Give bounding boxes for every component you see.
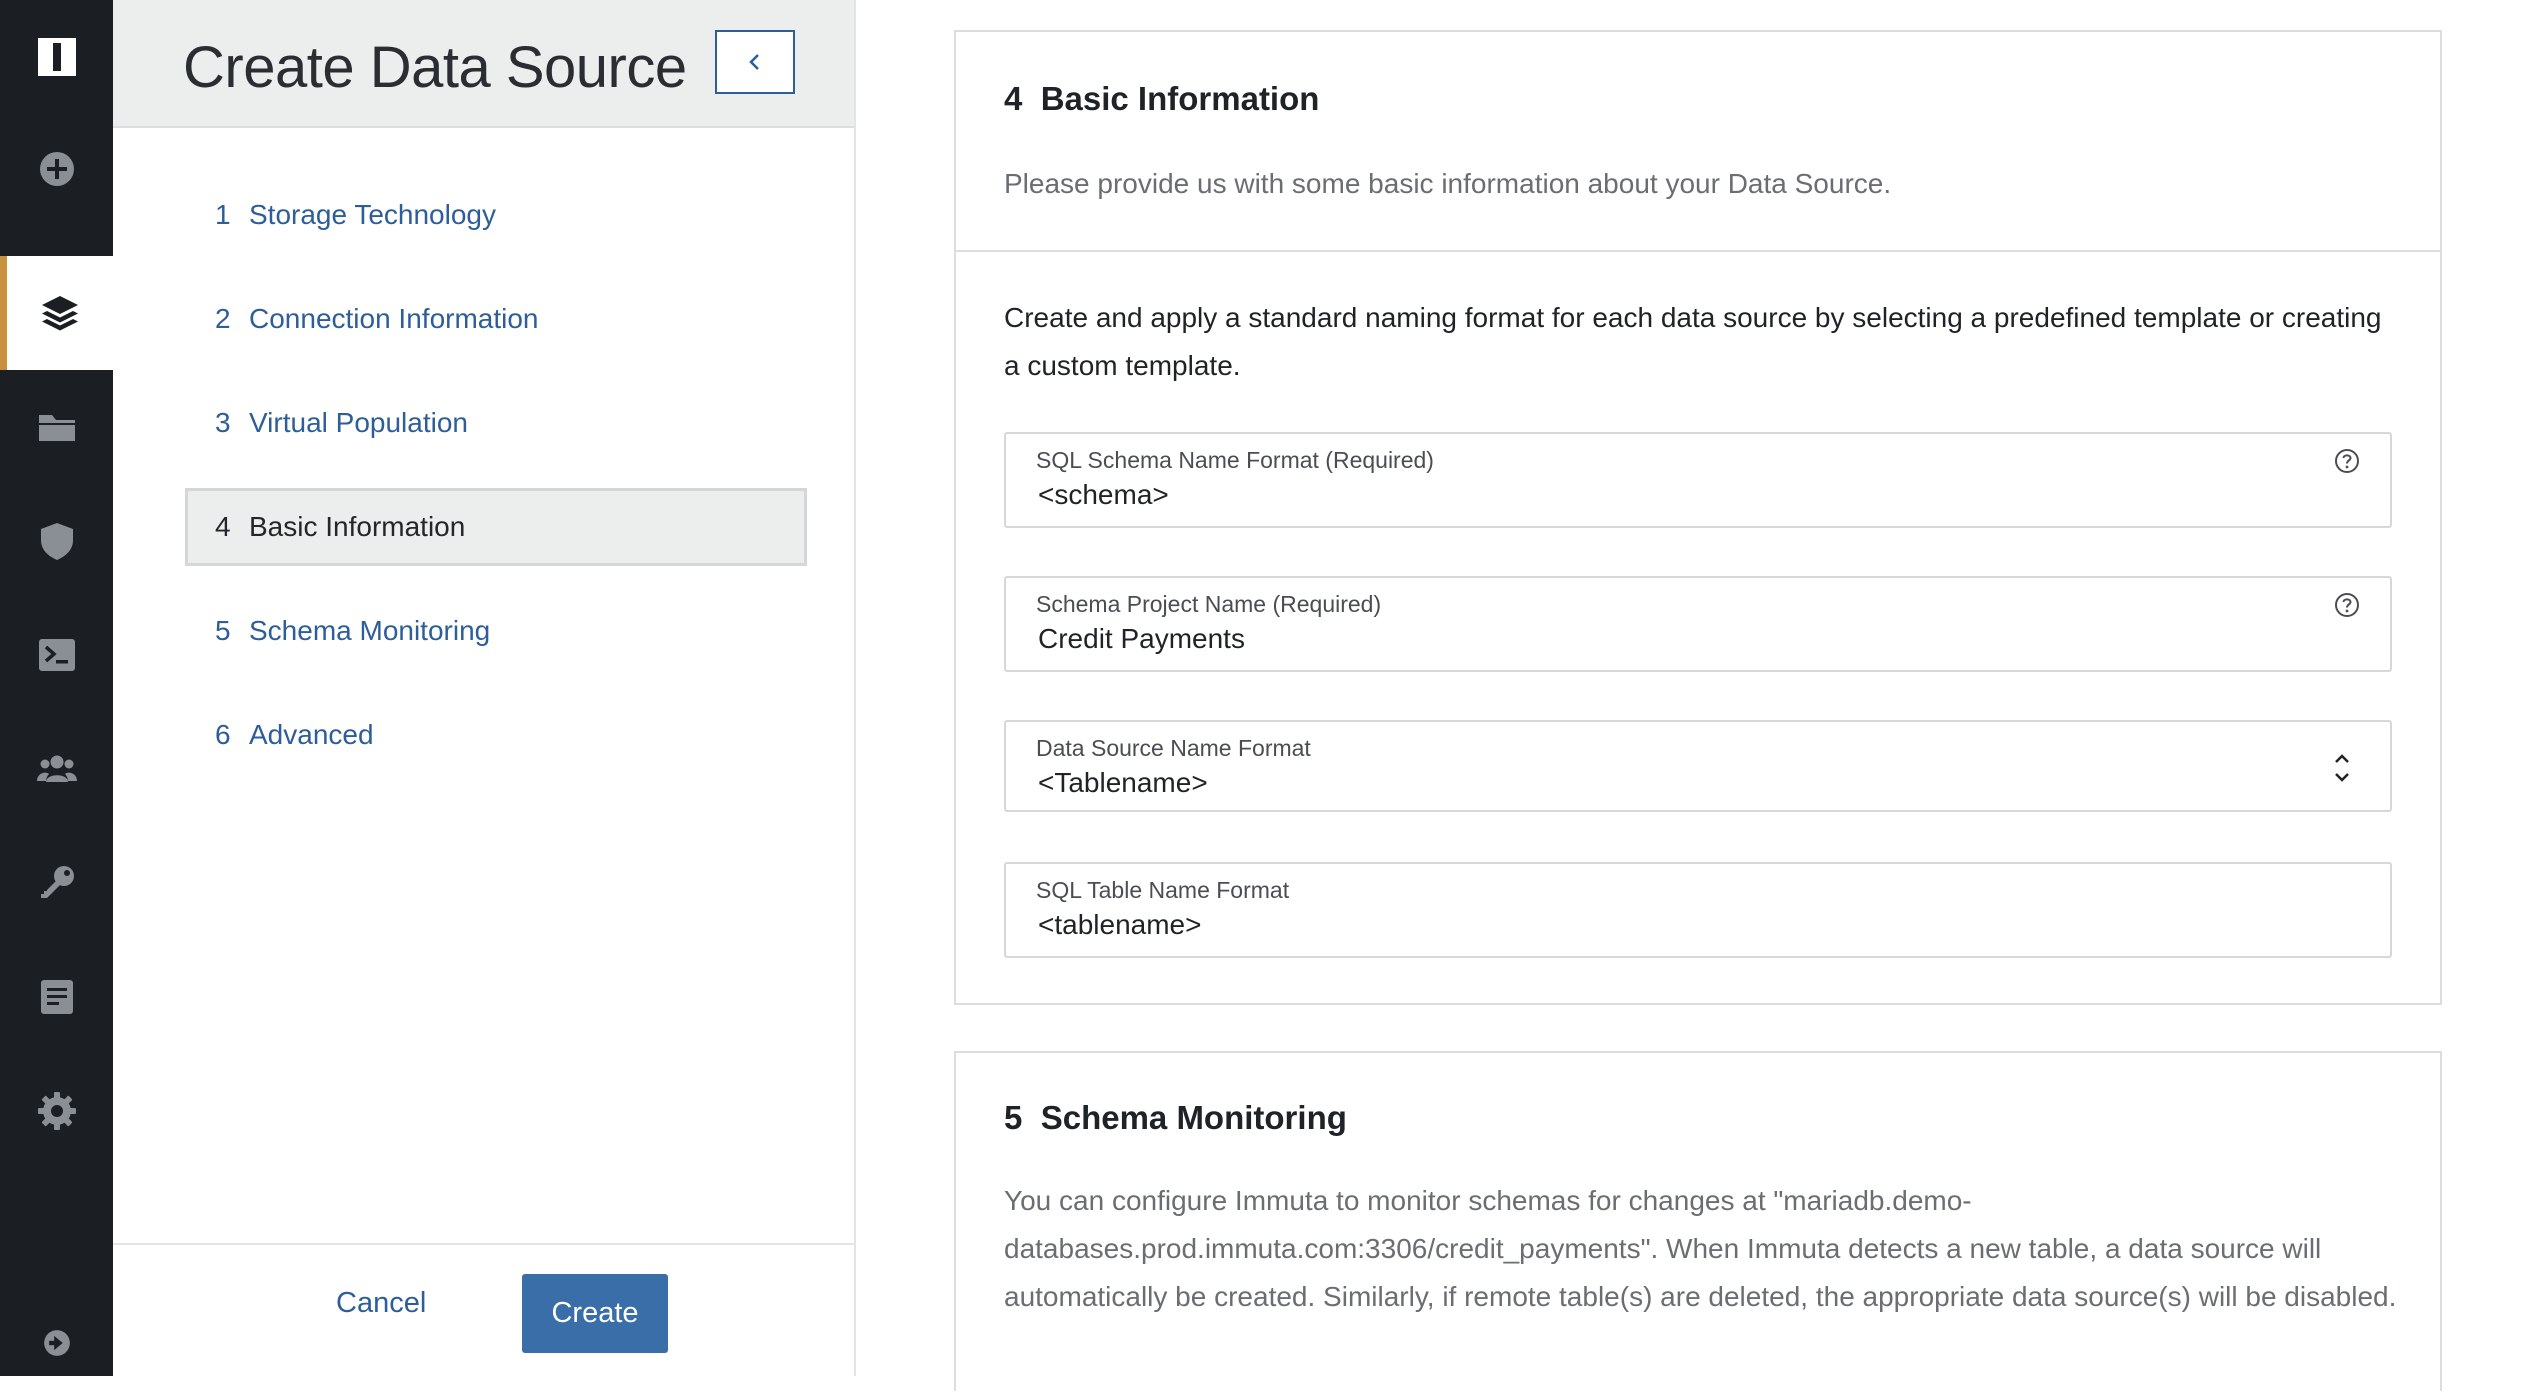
step-number: 1 (215, 199, 231, 230)
naming-format-text: Create and apply a standard naming forma… (1004, 302, 2382, 381)
step-label: Basic Information (249, 511, 466, 542)
help-icon[interactable] (2334, 448, 2360, 474)
panel-footer: Cancel Create (113, 1243, 854, 1376)
step-label: Advanced (249, 719, 374, 750)
rail-item-keys[interactable] (0, 826, 113, 940)
section-number: 4 (1004, 80, 1023, 117)
step-label: Connection Information (249, 303, 539, 334)
plus-circle-icon (39, 152, 74, 186)
step-storage-technology[interactable]: 1 Storage Technology (185, 176, 807, 254)
field-label: SQL Schema Name Format (Required) (1036, 447, 1434, 473)
icon-rail (0, 0, 113, 1376)
field-value: <schema> (1038, 479, 1169, 510)
terminal-icon (38, 639, 75, 671)
field-value: <Tablename> (1038, 767, 1208, 798)
rail-item-data-sources[interactable] (0, 256, 113, 370)
section-title-text: Basic Information (1040, 80, 1320, 117)
gear-icon (37, 1092, 76, 1130)
step-number: 6 (215, 719, 231, 750)
shield-icon (40, 523, 73, 560)
folder-icon (38, 415, 75, 441)
step-advanced[interactable]: 6 Advanced (185, 696, 807, 774)
rail-logo[interactable] (0, 0, 113, 114)
users-icon (36, 755, 77, 782)
section-title: 4 Basic Information (1004, 80, 1319, 118)
step-number: 3 (215, 407, 231, 438)
step-basic-information[interactable]: 4 Basic Information (185, 488, 807, 566)
step-virtual-population[interactable]: 3 Virtual Population (185, 384, 807, 462)
help-icon[interactable] (2334, 592, 2360, 618)
select-arrows-icon (2335, 754, 2349, 782)
section-number: 5 (1004, 1099, 1023, 1136)
field-value: Credit Payments (1038, 623, 1245, 654)
field-label: Data Source Name Format (1036, 735, 1311, 761)
page-title: Create Data Source (183, 35, 687, 100)
key-icon (40, 866, 74, 898)
cancel-button[interactable]: Cancel (336, 1287, 426, 1320)
field-label: SQL Table Name Format (1036, 877, 1290, 903)
section-title: 5 Schema Monitoring (1004, 1099, 1347, 1137)
sql-schema-name-format-field[interactable]: SQL Schema Name Format (Required) <schem… (1004, 432, 2392, 528)
schema-monitoring-card: 5 Schema Monitoring You can configure Im… (954, 1051, 2442, 1391)
rail-item-settings[interactable] (0, 1054, 113, 1168)
sql-table-name-format-field[interactable]: SQL Table Name Format <tablename> (1004, 862, 2392, 958)
rail-item-query-editor[interactable] (0, 598, 113, 712)
arrow-circle-right-icon (43, 1330, 70, 1356)
basic-information-card: 4 Basic Information Please provide us wi… (954, 30, 2442, 1005)
rail-item-policies[interactable] (0, 484, 113, 598)
schema-project-name-field[interactable]: Schema Project Name (Required) Credit Pa… (1004, 576, 2392, 672)
step-connection-information[interactable]: 2 Connection Information (185, 280, 807, 358)
chevron-left-icon (749, 54, 759, 70)
section-divider (956, 250, 2440, 252)
rail-item-expand[interactable] (0, 1286, 113, 1400)
data-source-name-format-select[interactable]: Data Source Name Format <Tablename> (1004, 720, 2392, 812)
wizard-panel: Create Data Source 1 Storage Technology … (113, 0, 856, 1376)
field-value: <tablename> (1038, 909, 1202, 940)
field-label: Schema Project Name (Required) (1036, 591, 1382, 617)
step-label: Virtual Population (249, 407, 468, 438)
panel-header: Create Data Source (113, 0, 854, 128)
collapse-panel-button[interactable] (715, 30, 795, 94)
step-schema-monitoring[interactable]: 5 Schema Monitoring (185, 592, 807, 670)
create-button[interactable]: Create (522, 1274, 668, 1353)
rail-item-projects[interactable] (0, 370, 113, 484)
step-number: 5 (215, 615, 231, 646)
step-number: 2 (215, 303, 231, 334)
step-number: 4 (215, 511, 231, 542)
rail-item-people[interactable] (0, 712, 113, 826)
logo-icon (37, 38, 76, 76)
step-label: Storage Technology (249, 199, 496, 230)
step-label: Schema Monitoring (249, 615, 491, 646)
section-description: You can configure Immuta to monitor sche… (1004, 1185, 2397, 1312)
rail-item-create[interactable] (0, 112, 113, 226)
section-title-text: Schema Monitoring (1040, 1099, 1347, 1136)
section-description: Please provide us with some basic inform… (1004, 168, 1892, 199)
document-icon (40, 980, 73, 1014)
rail-item-audit[interactable] (0, 940, 113, 1054)
layers-icon (42, 296, 78, 331)
